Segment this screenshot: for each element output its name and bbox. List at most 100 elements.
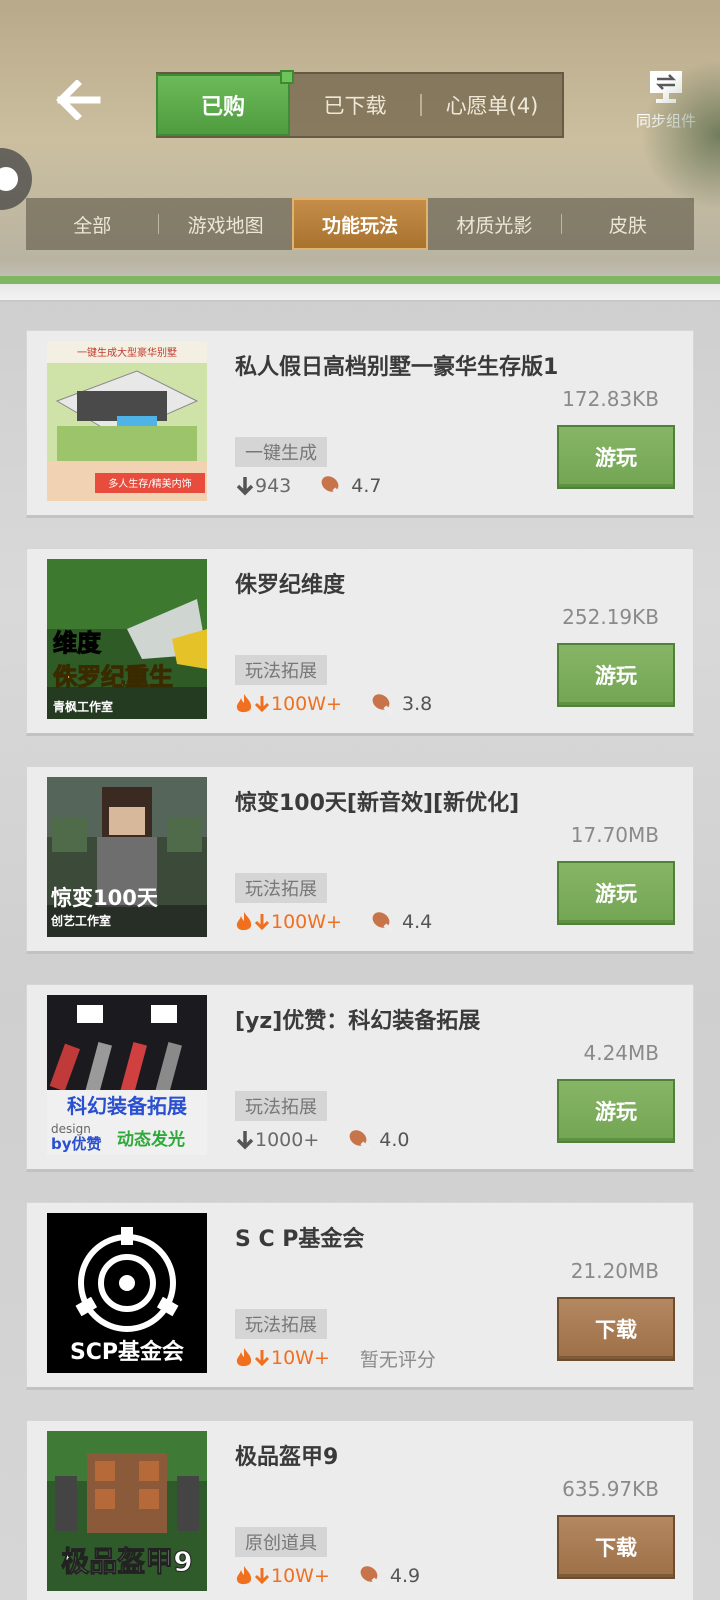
rating: 3.8 (370, 692, 432, 716)
category-all-label: 全部 (73, 214, 112, 237)
download-arrow-icon (236, 1131, 254, 1150)
list-item[interactable]: 科幻装备拓展 design by优赞 动态发光 [yz]优赞：科幻装备拓展 4.… (26, 984, 694, 1172)
download-button[interactable]: 下载 (557, 1515, 675, 1579)
download-count: 1000+ (235, 1129, 319, 1151)
thumb-caption: 科幻装备拓展 (67, 1094, 187, 1118)
thumb-caption: 维度 (53, 629, 102, 657)
download-arrow-icon (236, 477, 254, 496)
item-title: [yz]优赞：科幻装备拓展 (235, 1009, 481, 1034)
item-thumbnail: 维度 侏罗纪重生 青枫工作室 (47, 559, 207, 719)
tab-downloaded-label: 已下载 (323, 94, 387, 118)
play-button[interactable]: 游玩 (557, 643, 675, 707)
category-skins-label: 皮肤 (608, 214, 647, 237)
thumb-caption: by优赞 (51, 1135, 102, 1153)
item-title: 极品盔甲9 (235, 1445, 339, 1470)
download-count: 10W+ (235, 1347, 330, 1369)
rating: 4.7 (319, 474, 381, 498)
flame-icon (236, 1566, 252, 1585)
download-count-value: 10W+ (271, 1565, 330, 1587)
list-item[interactable]: 惊变100天 创艺工作室 惊变100天[新音效][新优化] 17.70MB 玩法… (26, 766, 694, 954)
item-title: 惊变100天[新音效][新优化] (235, 791, 520, 816)
download-arrow-icon (254, 914, 270, 931)
play-button[interactable]: 游玩 (557, 1079, 675, 1143)
category-gameplay-label: 功能玩法 (322, 214, 399, 237)
item-tag: 玩法拓展 (235, 1091, 327, 1121)
rating-value: 4.4 (401, 911, 433, 933)
rating-value: 4.9 (389, 1565, 421, 1587)
thumb-caption: 青枫工作室 (53, 699, 113, 714)
category-all[interactable]: 全部 (26, 198, 158, 250)
tab-wishlist[interactable]: 心愿单(4) (422, 74, 562, 136)
item-tag: 玩法拓展 (235, 655, 327, 685)
category-skins[interactable]: 皮肤 (562, 198, 694, 250)
sync-label: 同步组件 (635, 112, 696, 130)
item-size: 21.20MB (570, 1259, 659, 1283)
item-thumbnail: 极品盔甲9 (47, 1431, 207, 1591)
item-tag: 原创道具 (235, 1527, 327, 1557)
thumb-caption: 动态发光 (117, 1129, 185, 1150)
item-meta: 100W+ 3.8 (235, 691, 432, 717)
category-maps-label: 游戏地图 (187, 214, 264, 237)
download-count: 100W+ (235, 693, 342, 715)
rating-value: 4.0 (379, 1129, 410, 1151)
rating-value: 4.7 (351, 475, 382, 497)
thumb-caption: 创艺工作室 (50, 913, 111, 928)
category-textures-label: 材质光影 (456, 214, 533, 237)
item-title: S C P基金会 (235, 1227, 365, 1252)
download-count: 943 (235, 475, 291, 497)
tab-purchased[interactable]: 已购 (156, 70, 294, 136)
download-count-value: 100W+ (271, 911, 342, 933)
flame-icon (236, 694, 252, 713)
item-size: 252.19KB (562, 605, 659, 629)
list-item[interactable]: 维度 侏罗纪重生 青枫工作室 侏罗纪维度 252.19KB 玩法拓展 100W+… (26, 548, 694, 736)
download-count-value: 100W+ (271, 693, 342, 715)
drumstick-icon (349, 1130, 371, 1151)
drumstick-icon (372, 912, 394, 933)
thumb-caption: design (51, 1122, 91, 1136)
item-tag: 一键生成 (235, 437, 327, 467)
thumb-caption: 侏罗纪重生 (53, 663, 173, 691)
flame-icon (236, 912, 252, 931)
item-meta: 1000+ 4.0 (235, 1127, 410, 1153)
category-maps[interactable]: 游戏地图 (159, 198, 291, 250)
category-textures[interactable]: 材质光影 (428, 198, 560, 250)
list-item[interactable]: SCP基金会 S C P基金会 21.20MB 玩法拓展 10W+ 暂无评分 下… (26, 1202, 694, 1390)
sync-icon (650, 71, 682, 103)
list-item[interactable]: 一键生成大型豪华别墅 多人生存/精美内饰 私人假日高档别墅一豪华生存版1 172… (26, 330, 694, 518)
item-thumbnail: 一键生成大型豪华别墅 多人生存/精美内饰 (47, 341, 207, 501)
rating: 4.9 (358, 1564, 420, 1588)
rating-value: 3.8 (401, 693, 433, 715)
item-title: 私人假日高档别墅一豪华生存版1 (235, 355, 559, 380)
sync-components-button[interactable]: 同步组件 (622, 68, 710, 131)
header: 已购 已下载 心愿单(4) 同步组件 全部 游戏地图 功能玩法 材质光影 皮肤 (0, 0, 720, 302)
list-item[interactable]: 极品盔甲9 极品盔甲9 635.97KB 原创道具 10W+ 4.9 下载 (26, 1420, 694, 1600)
download-count: 10W+ (235, 1565, 330, 1587)
back-button[interactable] (52, 78, 104, 122)
item-thumbnail: SCP基金会 (47, 1213, 207, 1373)
flame-icon (236, 1348, 252, 1367)
download-count: 100W+ (235, 911, 342, 933)
item-list: 一键生成大型豪华别墅 多人生存/精美内饰 私人假日高档别墅一豪华生存版1 172… (26, 330, 694, 1600)
floating-dot (0, 167, 18, 191)
item-meta: 10W+ 暂无评分 (235, 1345, 436, 1371)
item-tag: 玩法拓展 (235, 1309, 327, 1339)
download-arrow-icon (254, 1568, 270, 1585)
play-button[interactable]: 游玩 (557, 861, 675, 925)
category-gameplay[interactable]: 功能玩法 (291, 198, 429, 250)
thumb-caption: 一键生成大型豪华别墅 (77, 346, 177, 359)
item-meta: 943 4.7 (235, 473, 381, 499)
header-divider (0, 276, 720, 302)
category-bar: 全部 游戏地图 功能玩法 材质光影 皮肤 (26, 198, 694, 250)
drumstick-icon (360, 1566, 382, 1587)
download-count-value: 10W+ (271, 1347, 330, 1369)
thumb-caption: 惊变100天 (51, 886, 159, 910)
download-arrow-icon (254, 696, 270, 713)
item-tag: 玩法拓展 (235, 873, 327, 903)
download-button[interactable]: 下载 (557, 1297, 675, 1361)
item-size: 4.24MB (583, 1041, 659, 1065)
play-button[interactable]: 游玩 (557, 425, 675, 489)
rating-value: 暂无评分 (359, 1348, 436, 1371)
download-count-value: 1000+ (255, 1129, 320, 1151)
tab-downloaded[interactable]: 已下载 (290, 74, 420, 136)
item-meta: 100W+ 4.4 (235, 909, 432, 935)
